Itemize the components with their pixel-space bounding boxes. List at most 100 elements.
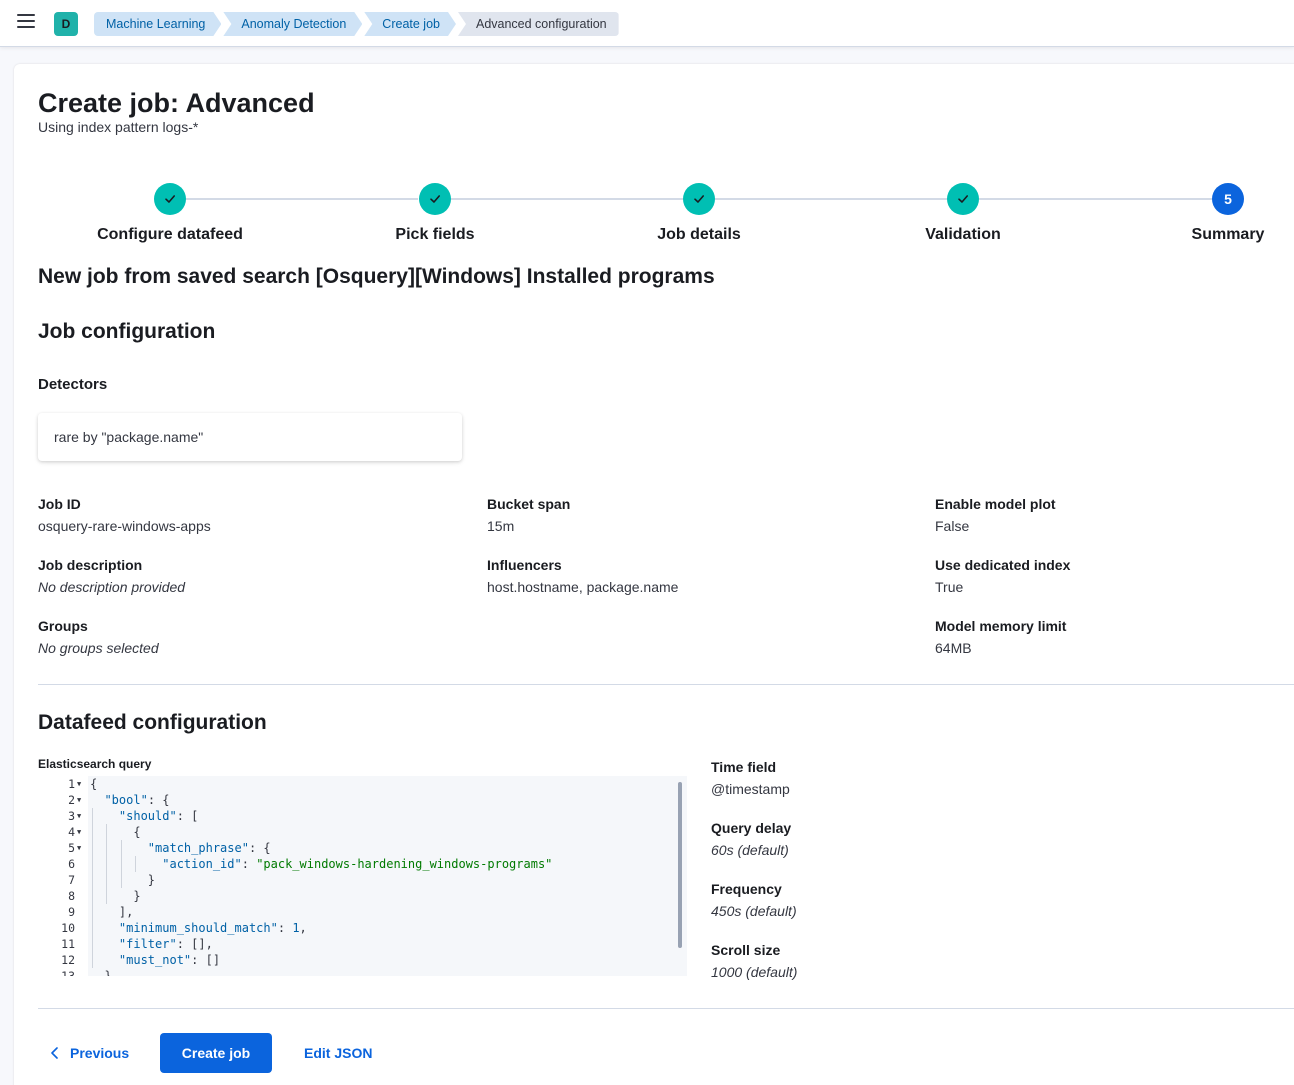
- step-label-pick-fields: Pick fields: [395, 226, 475, 243]
- step-label-configure-datafeed: Configure datafeed: [97, 226, 243, 243]
- top-header: D Machine Learning Anomaly Detection Cre…: [0, 0, 1294, 47]
- code-line: 11 "filter": [],: [38, 936, 678, 952]
- fold-toggle-icon[interactable]: ▼: [77, 840, 81, 856]
- fold-toggle-icon[interactable]: ▼: [77, 824, 81, 840]
- space-avatar[interactable]: D: [54, 12, 78, 36]
- groups-label: Groups: [38, 618, 88, 634]
- step-configure-datafeed-complete[interactable]: [154, 183, 186, 215]
- line-number: 13: [61, 969, 75, 976]
- breadcrumb-create-job[interactable]: Create job: [364, 12, 456, 36]
- query-delay-value: 60s (default): [711, 842, 789, 858]
- code-scrollbar[interactable]: [678, 782, 682, 948]
- code-line: 3 ▼ "should": [: [38, 808, 678, 824]
- line-number: 5: [68, 841, 75, 855]
- code-text: }: [90, 873, 156, 887]
- dedicated-index-label: Use dedicated index: [935, 557, 1071, 573]
- line-number: 2: [68, 793, 75, 807]
- code-line: 1 ▼ {: [38, 776, 678, 792]
- bucket-span-label: Bucket span: [487, 496, 571, 512]
- groups-value: No groups selected: [38, 640, 159, 656]
- model-plot-value: False: [935, 518, 970, 534]
- line-number: 4: [68, 825, 75, 839]
- fold-toggle-icon[interactable]: ▼: [77, 776, 81, 792]
- step-label-job-details: Job details: [657, 226, 741, 243]
- line-number: 9: [68, 905, 75, 919]
- breadcrumb-anomaly-detection[interactable]: Anomaly Detection: [223, 12, 362, 36]
- line-number: 10: [61, 921, 75, 935]
- model-plot-label: Enable model plot: [935, 496, 1056, 512]
- code-line: 6 "action_id": "pack_windows-hardening_w…: [38, 856, 678, 872]
- job-id-value: osquery-rare-windows-apps: [38, 518, 211, 534]
- job-id-label: Job ID: [38, 496, 81, 512]
- scroll-size-label: Scroll size: [711, 942, 781, 958]
- code-line: 10 "minimum_should_match": 1,: [38, 920, 678, 936]
- line-number: 6: [68, 857, 75, 871]
- menu-icon[interactable]: [17, 14, 35, 30]
- step-summary-current: 5: [1212, 183, 1244, 215]
- time-field-value: @timestamp: [711, 781, 790, 797]
- detectors-heading: Detectors: [38, 376, 108, 393]
- check-icon: [958, 195, 968, 203]
- code-text: "minimum_should_match": 1,: [118, 921, 307, 935]
- saved-search-heading: New job from saved search [Osquery][Wind…: [38, 265, 715, 288]
- code-text: "action_id": "pack_windows-hardening_win…: [162, 857, 553, 871]
- breadcrumb-machine-learning[interactable]: Machine Learning: [94, 12, 221, 36]
- line-number: 8: [68, 889, 75, 903]
- scroll-size-value: 1000 (default): [711, 964, 798, 980]
- chevron-left-icon: [51, 1047, 58, 1059]
- previous-button[interactable]: Previous: [38, 1033, 141, 1073]
- step-validation-complete[interactable]: [947, 183, 979, 215]
- job-configuration-heading: Job configuration: [38, 320, 216, 343]
- previous-button-label: Previous: [70, 1045, 130, 1061]
- code-text: "should": [: [118, 809, 199, 823]
- check-icon: [694, 195, 704, 203]
- create-job-button[interactable]: Create job: [160, 1033, 272, 1073]
- check-icon: [430, 195, 440, 203]
- influencers-label: Influencers: [487, 557, 562, 573]
- bucket-span-value: 15m: [487, 518, 515, 534]
- line-number: 11: [61, 937, 75, 951]
- datafeed-configuration-heading: Datafeed configuration: [38, 711, 267, 734]
- step-connector: [186, 198, 418, 200]
- code-text: {: [90, 777, 98, 791]
- code-line: 9 ],: [38, 904, 678, 920]
- step-connector: [451, 198, 683, 200]
- detector-card: rare by "package.name": [38, 413, 462, 461]
- step-job-details-complete[interactable]: [683, 183, 715, 215]
- code-text: }: [90, 969, 112, 976]
- code-line: 13 }: [38, 968, 678, 976]
- step-connector: [979, 198, 1212, 200]
- elasticsearch-query-label: Elasticsearch query: [38, 757, 152, 771]
- edit-json-button[interactable]: Edit JSON: [292, 1033, 384, 1073]
- code-text: "bool": {: [104, 793, 170, 807]
- check-icon: [165, 195, 175, 203]
- fold-toggle-icon[interactable]: ▼: [77, 808, 81, 824]
- code-text: ],: [90, 905, 134, 919]
- step-label-validation: Validation: [925, 226, 1001, 243]
- code-text: "must_not": []: [118, 953, 221, 967]
- line-number: 7: [68, 873, 75, 887]
- elasticsearch-query-editor[interactable]: 1 ▼{2 ▼ "bool": {3 ▼ "should": [4 ▼ {5 ▼ "mat…: [38, 776, 687, 976]
- query-delay-label: Query delay: [711, 820, 792, 836]
- page-subtitle: Using index pattern logs-*: [38, 119, 199, 135]
- line-number: 1: [68, 777, 75, 791]
- step-pick-fields-complete[interactable]: [419, 183, 451, 215]
- code-line: 7 }: [38, 872, 678, 888]
- code-text: "filter": [],: [118, 937, 213, 951]
- code-text: "match_phrase": {: [147, 841, 271, 855]
- code-line: 12 "must_not": []: [38, 952, 678, 968]
- code-line: 5 ▼ "match_phrase": {: [38, 840, 678, 856]
- dedicated-index-value: True: [935, 579, 964, 595]
- time-field-label: Time field: [711, 759, 777, 775]
- job-description-label: Job description: [38, 557, 143, 573]
- memory-limit-value: 64MB: [935, 640, 972, 656]
- breadcrumb: Machine Learning Anomaly Detection Creat…: [94, 12, 621, 36]
- step-label-summary: Summary: [1191, 226, 1265, 243]
- page-title: Create job: Advanced: [38, 88, 315, 118]
- fold-toggle-icon[interactable]: ▼: [77, 792, 81, 808]
- frequency-label: Frequency: [711, 881, 782, 897]
- code-line: 8 }: [38, 888, 678, 904]
- step-connector: [715, 198, 947, 200]
- code-text: {: [90, 825, 141, 839]
- line-number: 12: [61, 953, 75, 967]
